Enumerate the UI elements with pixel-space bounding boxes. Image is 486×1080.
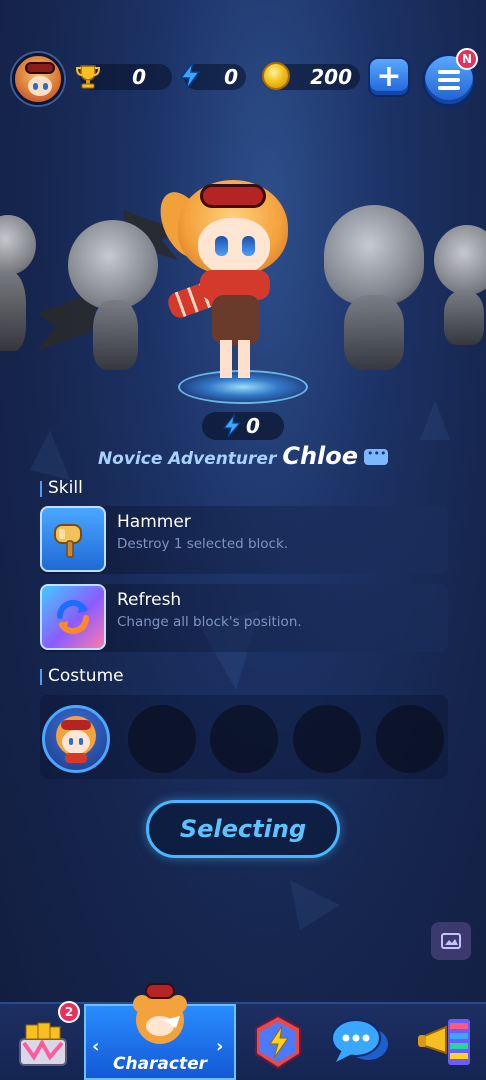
chat-dots-icon[interactable] bbox=[364, 447, 389, 465]
character-title: Novice Adventurer Chloe bbox=[0, 442, 486, 470]
avatar-face bbox=[28, 76, 52, 96]
skill-name: Refresh bbox=[117, 590, 182, 610]
avatar-eye bbox=[43, 83, 48, 90]
chat-bubbles-icon bbox=[331, 1019, 388, 1062]
trumpet-icon bbox=[418, 1019, 470, 1065]
background-shard bbox=[290, 880, 340, 930]
avatar-eye bbox=[33, 83, 38, 90]
costume-slot-empty[interactable] bbox=[376, 705, 444, 773]
player-avatar[interactable] bbox=[12, 53, 64, 105]
background-shard bbox=[420, 400, 450, 440]
skill-description: Change all block's position. bbox=[117, 614, 302, 630]
screenshot-button[interactable] bbox=[431, 922, 471, 960]
character-icon bbox=[118, 980, 202, 1050]
section-marker bbox=[40, 669, 42, 685]
character-name: Chloe bbox=[282, 442, 359, 470]
hammer-icon bbox=[40, 506, 106, 572]
skill-card-refresh[interactable]: Refresh Change all block's position. bbox=[40, 584, 448, 652]
energy-count: 0 bbox=[224, 65, 238, 89]
menu-new-badge: N bbox=[456, 48, 478, 70]
costume-slot-empty[interactable] bbox=[293, 705, 361, 773]
shop-notification-badge: 2 bbox=[58, 1001, 80, 1023]
skill-card-hammer[interactable]: Hammer Destroy 1 selected block. bbox=[40, 506, 448, 574]
lightning-badge-icon bbox=[255, 1014, 301, 1070]
costume-slot-default[interactable] bbox=[42, 705, 110, 773]
costume-slot-empty[interactable] bbox=[128, 705, 196, 773]
image-frame-icon bbox=[441, 933, 461, 949]
costume-section-label: Costume bbox=[48, 666, 124, 686]
nav-chat[interactable] bbox=[326, 1010, 394, 1074]
skill-name: Hammer bbox=[117, 512, 191, 532]
character-chloe-sprite[interactable] bbox=[151, 170, 320, 385]
character-rank: Novice Adventurer bbox=[97, 449, 277, 469]
character-locked-right[interactable] bbox=[304, 205, 434, 375]
refresh-icon bbox=[40, 584, 106, 650]
character-locked-left-far[interactable] bbox=[0, 215, 40, 355]
lightning-icon bbox=[222, 414, 242, 438]
lightning-icon bbox=[174, 60, 206, 92]
menu-icon-line bbox=[438, 86, 460, 90]
costume-slot-empty[interactable] bbox=[210, 705, 278, 773]
top-bar: 0 0 200 + N bbox=[0, 0, 486, 110]
coin-count: 200 bbox=[310, 65, 352, 89]
add-coins-button[interactable]: + bbox=[368, 57, 410, 97]
nav-power[interactable] bbox=[248, 1010, 308, 1074]
skill-section-label: Skill bbox=[48, 478, 83, 498]
avatar-goggles bbox=[25, 62, 55, 74]
character-power bbox=[202, 412, 284, 440]
skill-description: Destroy 1 selected block. bbox=[117, 536, 289, 552]
trophy-icon bbox=[72, 60, 104, 92]
coin-icon bbox=[260, 60, 292, 92]
character-power-value: 0 bbox=[246, 414, 260, 438]
section-marker bbox=[40, 481, 42, 497]
nav-events[interactable] bbox=[410, 1010, 486, 1074]
menu-icon-line bbox=[438, 78, 460, 82]
selecting-button[interactable]: Selecting bbox=[146, 800, 340, 858]
trophy-count: 0 bbox=[132, 65, 146, 89]
menu-icon bbox=[438, 70, 460, 74]
character-locked-right-far[interactable] bbox=[430, 215, 486, 345]
nav-character-label: Character bbox=[112, 1054, 208, 1074]
character-locked-left[interactable] bbox=[38, 200, 178, 375]
costume-list bbox=[40, 695, 448, 779]
